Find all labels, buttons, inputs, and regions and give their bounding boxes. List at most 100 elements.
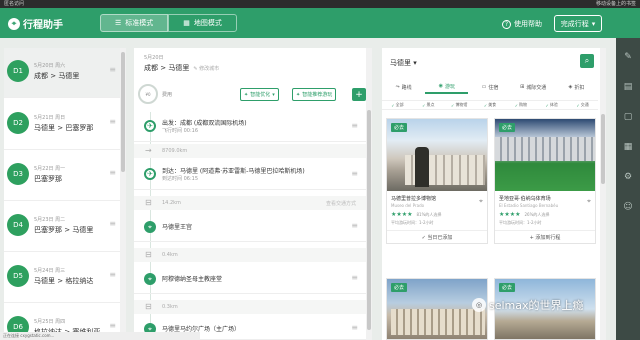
drag-handle-icon[interactable]: ≡: [351, 221, 358, 230]
drag-handle-icon[interactable]: ≡: [351, 323, 358, 332]
status-bar: 正在连接 cxygstatic.com...: [0, 332, 200, 340]
scroll-thumb[interactable]: [121, 52, 125, 172]
tab-hotel[interactable]: ▭ 住宿: [468, 80, 511, 94]
day-route: 巴塞罗那 > 马德里: [34, 226, 94, 234]
check-icon: ✓: [514, 102, 519, 108]
filter-checkbox[interactable]: ✓ 美食: [475, 101, 506, 109]
must-go-badge: 必去: [499, 283, 516, 292]
drag-handle-icon[interactable]: ≡: [109, 117, 116, 126]
add-stop-button[interactable]: +: [352, 88, 366, 101]
drag-handle-icon[interactable]: ≡: [351, 273, 358, 282]
user-icon[interactable]: ☺: [616, 196, 640, 218]
timeline-stop[interactable]: ✈ 到达：马德里 (阿道弗·苏亚雷斯-马德里巴拉哈斯机场) 到达时间 06:15…: [134, 160, 366, 190]
day-badge: D2: [7, 112, 29, 134]
day-item[interactable]: D4 5月23日 周二 巴塞罗那 > 马德里 ≡: [4, 202, 120, 252]
poi-percent: 81%的人选择: [416, 211, 442, 217]
day-route: 马德里 > 格拉纳达: [34, 277, 94, 285]
wechat-icon: ◎: [472, 298, 486, 312]
filter-label: 全部: [395, 102, 404, 107]
filter-checkbox[interactable]: ✓ 景点: [413, 101, 444, 109]
app-logo[interactable]: ⌖ 行程助手: [8, 16, 63, 31]
distance-row: → 8709.0km: [134, 144, 366, 158]
city-select[interactable]: 马德里 ▾: [390, 58, 417, 68]
drag-handle-icon[interactable]: ≡: [351, 121, 358, 130]
settings-icon[interactable]: ⚙: [616, 166, 640, 188]
map-pin-icon[interactable]: ⌖: [587, 197, 591, 206]
chevron-down-icon: ▾: [272, 91, 275, 98]
day-badge: D5: [7, 265, 29, 287]
distance-row: ⊟ 0.4km: [134, 248, 366, 262]
added-today-button[interactable]: ✓ 当日已添加: [387, 231, 487, 243]
tab-play[interactable]: ◉ 游玩: [425, 80, 469, 94]
day-item[interactable]: D2 5月21日 周日 马德里 > 巴塞罗那 ≡: [4, 100, 120, 150]
tab-transit[interactable]: ⊞ 城际交通: [512, 80, 555, 94]
finish-trip-button[interactable]: 完成行程 ▾: [554, 15, 602, 32]
timeline-stop[interactable]: ⌖ 马德里王宫 ≡: [134, 212, 366, 242]
drag-handle-icon[interactable]: ≡: [109, 270, 116, 279]
drag-handle-icon[interactable]: ≡: [109, 321, 116, 330]
filter-checkbox[interactable]: ✓ 博物馆: [444, 101, 475, 109]
scroll-thumb[interactable]: [601, 114, 605, 184]
filter-checkbox[interactable]: ✓ 交通: [567, 101, 598, 109]
days-panel: D1 5月20日 周六 成都 > 马德里 ≡ D2 5月21日 周日 马德里 >…: [4, 48, 126, 340]
help-link[interactable]: ? 使用帮助: [502, 19, 542, 29]
tab-route[interactable]: ⤳ 路线: [382, 80, 425, 94]
distance-row: ⊟ 14.2km 查看交通方式: [134, 196, 366, 210]
poi-scrollbar[interactable]: [600, 48, 606, 340]
mode-map-button[interactable]: ▦ 地图模式: [168, 14, 237, 32]
scroll-thumb[interactable]: [367, 110, 371, 330]
chevron-down-icon: ▾: [413, 59, 417, 67]
calendar-icon[interactable]: ▦: [616, 136, 640, 158]
day-badge: D3: [7, 163, 29, 185]
chevron-down-icon: ▾: [591, 19, 596, 28]
poi-card[interactable]: 必去 ⌖ 马德里普拉多博物馆 Museo del Prado ★★★★ 81%的人…: [386, 118, 488, 244]
smart-optimize-button[interactable]: ✦ 智能优化 ▾: [240, 88, 279, 101]
day-item[interactable]: D3 5月22日 周一 巴塞罗那 ≡: [4, 151, 120, 201]
app-header: ⌖ 行程助手 ☰ 标准模式 ▦ 地图模式 ? 使用帮助 完成行程 ▾: [0, 8, 640, 38]
filter-label: 美食: [488, 102, 497, 107]
help-icon: ?: [502, 19, 511, 29]
mode-standard-button[interactable]: ☰ 标准模式: [100, 14, 169, 32]
route-date: 5月20日: [144, 55, 164, 61]
route-scrollbar[interactable]: [366, 48, 372, 340]
drag-handle-icon[interactable]: ≡: [351, 169, 358, 178]
tab-label: 城际交通: [526, 84, 547, 91]
modify-city-link[interactable]: ✎ 修改城市: [193, 65, 219, 72]
search-button[interactable]: ⌕: [580, 54, 594, 68]
drag-handle-icon[interactable]: ≡: [109, 65, 116, 74]
bed-icon: ▭: [481, 84, 487, 90]
timeline-stop[interactable]: ⌖ 阿穆德纳圣母主教座堂 ≡: [134, 264, 366, 294]
stop-sub: 飞行时间 00:16: [162, 128, 198, 134]
right-toolbar: ✎ ▤ ▢ ▦ ⚙ ☺: [616, 38, 640, 340]
day-item[interactable]: D1 5月20日 周六 成都 > 马德里 ≡: [4, 48, 120, 98]
add-to-trip-button[interactable]: + 添加到行程: [495, 231, 595, 243]
drag-handle-icon[interactable]: ≡: [109, 219, 116, 228]
check-icon: ✓: [545, 102, 549, 108]
drag-handle-icon[interactable]: ≡: [109, 168, 116, 177]
filter-label: 景点: [426, 102, 435, 107]
filter-checkbox[interactable]: ✓ 购物: [505, 101, 536, 109]
filter-checkbox[interactable]: ✓ 全部: [382, 101, 413, 109]
days-scrollbar[interactable]: [120, 48, 126, 340]
document-icon[interactable]: ▢: [616, 106, 640, 128]
transport-link[interactable]: 查看交通方式: [326, 200, 356, 207]
poi-card[interactable]: 必去 ⌖ 圣地亚哥·伯纳乌体育场 El Estadio Santiago Ber…: [494, 118, 596, 244]
tools-icon[interactable]: ✎: [616, 46, 640, 68]
day-item[interactable]: D5 5月24日 周三 马德里 > 格拉纳达 ≡: [4, 253, 120, 303]
check-icon: ✓: [422, 102, 426, 108]
filter-checkbox[interactable]: ✓ 体验: [536, 101, 567, 109]
list-view-icon[interactable]: ▤: [616, 76, 640, 98]
check-icon: ✓: [391, 102, 395, 108]
day-date: 5月22日 周一: [34, 166, 66, 172]
map-pin-icon[interactable]: ⌖: [479, 197, 483, 206]
day-date: 5月25日 周四: [34, 319, 66, 325]
day-route: 马德里 > 巴塞罗那: [34, 124, 94, 132]
timeline-stop[interactable]: ✈ 出发：成都 (成都双流国际机场) 飞行时间 00:16 ≡: [134, 112, 366, 142]
stop-sub: 到达时间 06:15: [162, 176, 198, 182]
stop-title: 出发：成都 (成都双流国际机场): [162, 120, 247, 127]
tab-discount[interactable]: ◈ 折扣: [555, 80, 598, 94]
smart-optimize-label: 智能优化: [250, 92, 271, 98]
tab-label: 路线: [401, 84, 412, 91]
smart-fill-button[interactable]: ✦ 智能推荐游玩: [292, 88, 337, 101]
day-route: 成都 > 马德里: [34, 72, 80, 80]
